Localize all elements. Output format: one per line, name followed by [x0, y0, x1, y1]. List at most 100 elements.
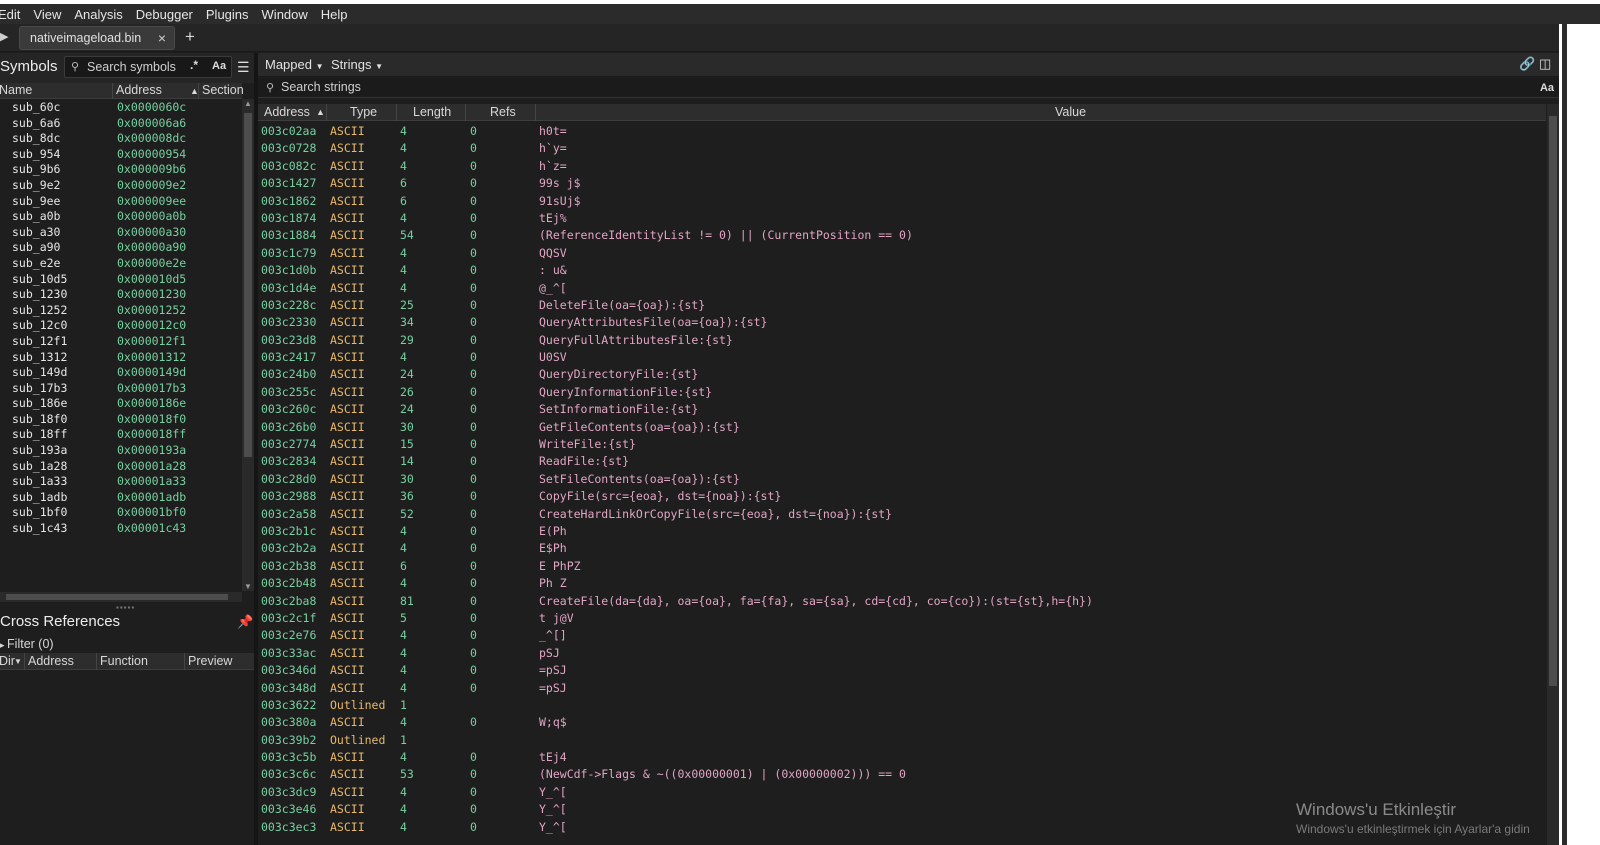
- string-row[interactable]: 003c2b48 ASCII 4 0 Ph Z: [258, 574, 1546, 591]
- regex-toggle[interactable]: .*: [190, 58, 198, 72]
- string-row[interactable]: 003c2988 ASCII 36 0 CopyFile(src={eoa}, dst=…: [258, 487, 1546, 504]
- string-row[interactable]: 003c1862 ASCII 6 0 91sUj$: [258, 192, 1546, 209]
- menu-view[interactable]: View: [33, 7, 61, 22]
- symbol-row[interactable]: sub_12c0 0x000012c0: [0, 318, 242, 334]
- menu-debugger[interactable]: Debugger: [136, 7, 193, 22]
- column-address[interactable]: Address: [264, 105, 310, 119]
- column-separator[interactable]: [326, 104, 327, 121]
- string-row[interactable]: 003c3dc9 ASCII 4 0 Y_^[: [258, 783, 1546, 800]
- column-preview[interactable]: Preview: [188, 654, 232, 668]
- column-separator[interactable]: [198, 83, 199, 99]
- symbol-row[interactable]: sub_a0b 0x00000a0b: [0, 209, 242, 225]
- string-row[interactable]: 003c1d0b ASCII 4 0: u&: [258, 261, 1546, 278]
- string-row[interactable]: 003c2c1f ASCII 5 0 t j@V: [258, 609, 1546, 626]
- menu-help[interactable]: Help: [321, 7, 348, 22]
- scrollbar-thumb[interactable]: [1549, 116, 1557, 686]
- string-row[interactable]: 003c228c ASCII 25 0 DeleteFile(oa={oa}):{st}: [258, 296, 1546, 313]
- string-row[interactable]: 003c1874 ASCII 4 0 tEj%: [258, 209, 1546, 226]
- column-refs[interactable]: Refs: [490, 105, 516, 119]
- symbol-row[interactable]: sub_1c43 0x00001c43: [0, 521, 242, 537]
- string-row[interactable]: 003c348d ASCII 4 0 =pSJ: [258, 679, 1546, 696]
- symbol-row[interactable]: sub_186e 0x0000186e: [0, 396, 242, 412]
- hamburger-menu-icon[interactable]: ☰: [237, 59, 250, 76]
- symbol-row[interactable]: sub_9e2 0x000009e2: [0, 178, 242, 194]
- symbol-row[interactable]: sub_1a33 0x00001a33: [0, 474, 242, 490]
- symbols-list[interactable]: sub_60c 0x0000060c sub_6a6 0x000006a6 sub_8d…: [0, 100, 242, 584]
- xrefs-filter[interactable]: ▸ Filter (0): [0, 637, 54, 651]
- string-row[interactable]: 003c380a ASCII 4 0 W;q$: [258, 713, 1546, 730]
- column-value[interactable]: Value: [1055, 105, 1086, 119]
- string-row[interactable]: 003c1c79 ASCII 4 0 QQSV: [258, 244, 1546, 261]
- mapped-dropdown[interactable]: Mapped ▼: [265, 57, 324, 72]
- string-row[interactable]: 003c1d4e ASCII 4 0 @_^[: [258, 279, 1546, 296]
- column-function[interactable]: Function: [100, 654, 148, 668]
- menu-analysis[interactable]: Analysis: [74, 7, 122, 22]
- string-row[interactable]: 003c3c6c ASCII 53 0 (NewCdf->Flags & ~((0x00…: [258, 765, 1546, 782]
- column-separator[interactable]: [112, 83, 113, 99]
- new-tab-button[interactable]: +: [185, 27, 195, 47]
- symbol-row[interactable]: sub_18ff 0x000018ff: [0, 427, 242, 443]
- string-row[interactable]: 003c1884 ASCII 54 0 (ReferenceIdentityList !…: [258, 226, 1546, 243]
- string-row[interactable]: 003c2e76 ASCII 4 0 _^[]: [258, 626, 1546, 643]
- string-row[interactable]: 003c2ba8 ASCII 81 0 CreateFile(da={da}, oa={…: [258, 592, 1546, 609]
- column-separator[interactable]: [535, 104, 536, 121]
- column-separator[interactable]: [96, 653, 97, 670]
- menu-edit[interactable]: Edit: [0, 7, 20, 22]
- tab-overflow-icon[interactable]: ▶: [0, 30, 8, 43]
- symbol-row[interactable]: sub_9b6 0x000009b6: [0, 162, 242, 178]
- symbol-row[interactable]: sub_9ee 0x000009ee: [0, 194, 242, 210]
- string-row[interactable]: 003c33ac ASCII 4 0 pSJ: [258, 644, 1546, 661]
- column-separator[interactable]: [24, 653, 25, 670]
- symbols-vertical-scrollbar[interactable]: ▲ ▼: [242, 99, 254, 591]
- string-row[interactable]: 003c2a58 ASCII 52 0 CreateHardLinkOrCopyFile…: [258, 505, 1546, 522]
- symbol-row[interactable]: sub_a90 0x00000a90: [0, 240, 242, 256]
- string-row[interactable]: 003c2417 ASCII 4 0 U0SV: [258, 348, 1546, 365]
- scrollbar-thumb[interactable]: [6, 594, 228, 600]
- string-row[interactable]: 003c0728 ASCII 4 0 h`y=: [258, 139, 1546, 156]
- string-row[interactable]: 003c2b1c ASCII 4 0 E(Ph: [258, 522, 1546, 539]
- string-row[interactable]: 003c23d8 ASCII 29 0 QueryFullAttributesFile:…: [258, 331, 1546, 348]
- string-row[interactable]: 003c02aa ASCII 4 0 h0t=: [258, 122, 1546, 139]
- symbol-row[interactable]: sub_1bf0 0x00001bf0: [0, 505, 242, 521]
- menu-window[interactable]: Window: [262, 7, 308, 22]
- case-sensitive-toggle[interactable]: Aa: [212, 60, 226, 72]
- column-separator[interactable]: [184, 653, 185, 670]
- symbol-row[interactable]: sub_8dc 0x000008dc: [0, 131, 242, 147]
- split-view-icon[interactable]: ◫: [1539, 56, 1551, 72]
- symbol-row[interactable]: sub_1252 0x00001252: [0, 303, 242, 319]
- symbol-row[interactable]: sub_1adb 0x00001adb: [0, 490, 242, 506]
- column-name[interactable]: Name: [0, 83, 32, 97]
- scroll-down-icon[interactable]: ▼: [244, 582, 252, 591]
- symbol-row[interactable]: sub_a30 0x00000a30: [0, 225, 242, 241]
- string-row[interactable]: 003c28d0 ASCII 30 0 SetFileContents(oa={oa})…: [258, 470, 1546, 487]
- column-type[interactable]: Type: [350, 105, 377, 119]
- case-sensitive-toggle[interactable]: Aa: [1540, 82, 1554, 94]
- string-row[interactable]: 003c3622 Outlined 1: [258, 696, 1546, 713]
- symbol-row[interactable]: sub_12f1 0x000012f1: [0, 334, 242, 350]
- symbol-row[interactable]: sub_149d 0x0000149d: [0, 365, 242, 381]
- outer-scrollbar[interactable]: [1562, 24, 1567, 845]
- string-row[interactable]: 003c260c ASCII 24 0 SetInformationFile:{st}: [258, 400, 1546, 417]
- scroll-up-icon[interactable]: ▲: [244, 99, 252, 108]
- strings-table[interactable]: 003c02aa ASCII 4 0 h0t= 003c0728 ASCII 4 0 h`y= 00…: [258, 122, 1546, 845]
- column-address[interactable]: Address: [116, 83, 162, 97]
- strings-vertical-scrollbar[interactable]: [1547, 104, 1559, 845]
- string-row[interactable]: 003c2330 ASCII 34 0 QueryAttributesFile(oa={…: [258, 313, 1546, 330]
- string-row[interactable]: 003c2834 ASCII 14 0 ReadFile:{st}: [258, 452, 1546, 469]
- symbol-row[interactable]: sub_60c 0x0000060c: [0, 100, 242, 116]
- menu-plugins[interactable]: Plugins: [206, 7, 249, 22]
- tab-nativeimageload[interactable]: nativeimageload.bin ×: [19, 26, 175, 50]
- column-separator[interactable]: [465, 104, 466, 121]
- symbol-row[interactable]: sub_954 0x00000954: [0, 147, 242, 163]
- column-length[interactable]: Length: [413, 105, 451, 119]
- string-row[interactable]: 003c24b0 ASCII 24 0 QueryDirectoryFile:{st}: [258, 365, 1546, 382]
- splitter-grip[interactable]: ▪▪▪▪▪: [116, 603, 135, 612]
- symbol-row[interactable]: sub_6a6 0x000006a6: [0, 116, 242, 132]
- column-address[interactable]: Address: [28, 654, 74, 668]
- string-row[interactable]: 003c346d ASCII 4 0 =pSJ: [258, 661, 1546, 678]
- symbol-row[interactable]: sub_e2e 0x00000e2e: [0, 256, 242, 272]
- string-row[interactable]: 003c255c ASCII 26 0 QueryInformationFile:{st…: [258, 383, 1546, 400]
- column-separator[interactable]: [396, 104, 397, 121]
- string-row[interactable]: 003c1427 ASCII 6 0 99s j$: [258, 174, 1546, 191]
- column-section[interactable]: Section: [202, 83, 244, 97]
